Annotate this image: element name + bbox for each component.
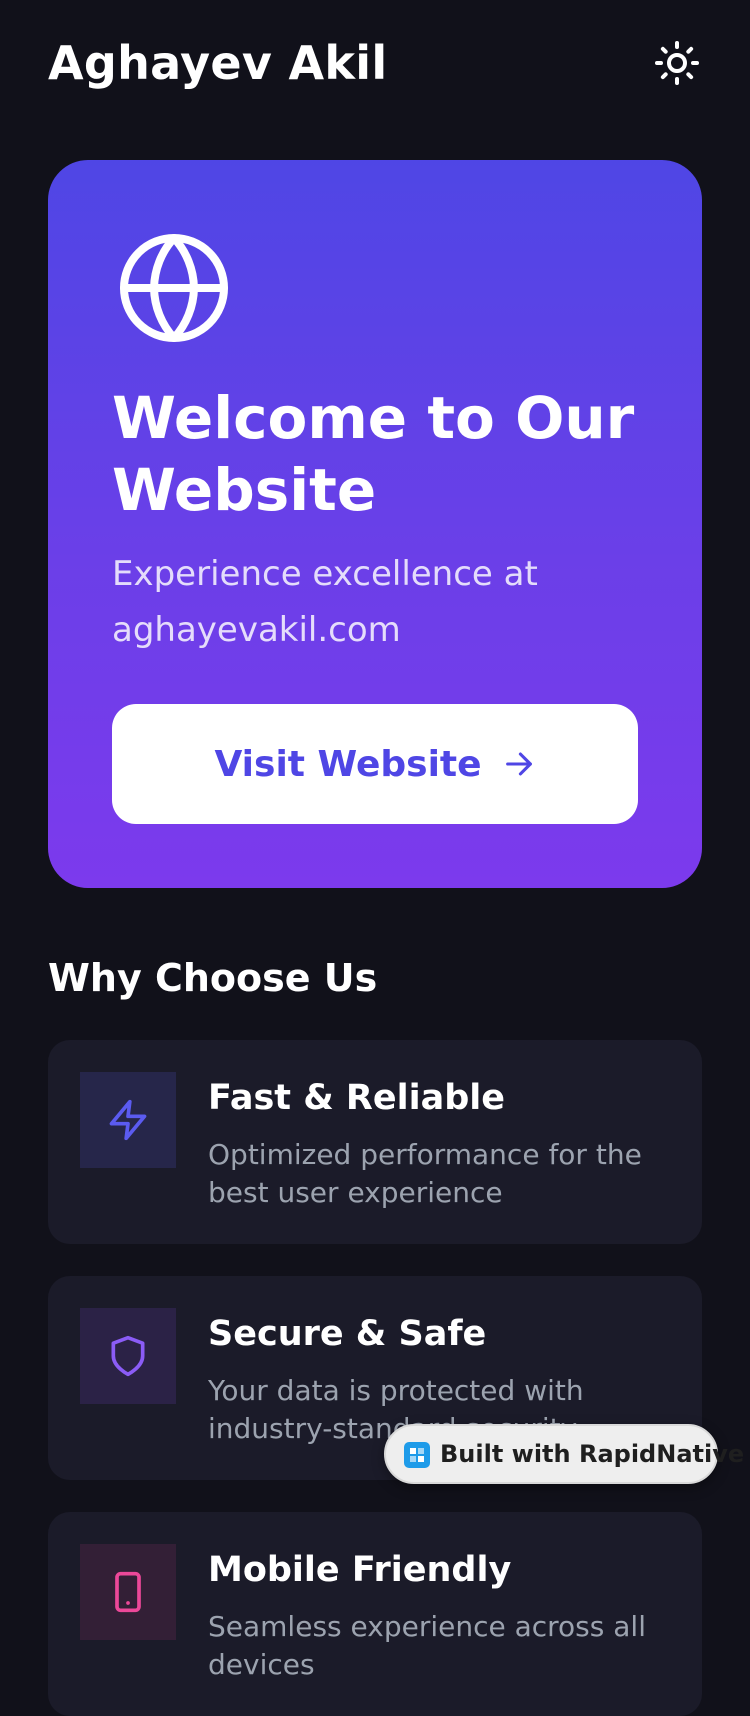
shield-icon [111, 1335, 145, 1377]
app-header: Aghayev Akil [48, 30, 702, 100]
feature-title: Secure & Safe [208, 1314, 487, 1354]
phone-icon [115, 1571, 141, 1613]
feature-description: Seamless experience across all devices [208, 1610, 646, 1681]
globe-icon [120, 234, 228, 342]
hero-card: Welcome to Our Website Experience excell… [48, 160, 702, 888]
built-with-badge[interactable]: Built with RapidNative [384, 1424, 744, 1484]
hero-subtitle: Experience excellence at aghayevakil.com [112, 554, 538, 650]
feature-icon-box [80, 1308, 176, 1404]
theme-toggle-button[interactable] [652, 38, 702, 88]
section-title-why-choose-us: Why Choose Us [48, 956, 378, 1000]
feature-card-fast-reliable: Fast & Reliable Optimized performance fo… [48, 1040, 702, 1244]
badge-label: Built with RapidNative [440, 1440, 745, 1468]
visit-website-label: Visit Website [214, 743, 482, 785]
feature-card-mobile-friendly: Mobile Friendly Seamless experience acro… [48, 1512, 702, 1716]
sun-icon [655, 41, 699, 85]
visit-website-button[interactable]: Visit Website [112, 704, 638, 824]
app-title: Aghayev Akil [48, 36, 388, 90]
feature-description: Optimized performance for the best user … [208, 1138, 642, 1209]
arrow-right-icon [505, 752, 532, 776]
feature-icon-box [80, 1544, 176, 1640]
rapidnative-logo-icon [404, 1442, 430, 1468]
feature-icon-box [80, 1072, 176, 1168]
feature-title: Mobile Friendly [208, 1550, 512, 1590]
feature-title: Fast & Reliable [208, 1078, 506, 1118]
hero-title: Welcome to Our Website [112, 384, 635, 524]
lightning-icon [109, 1099, 147, 1141]
